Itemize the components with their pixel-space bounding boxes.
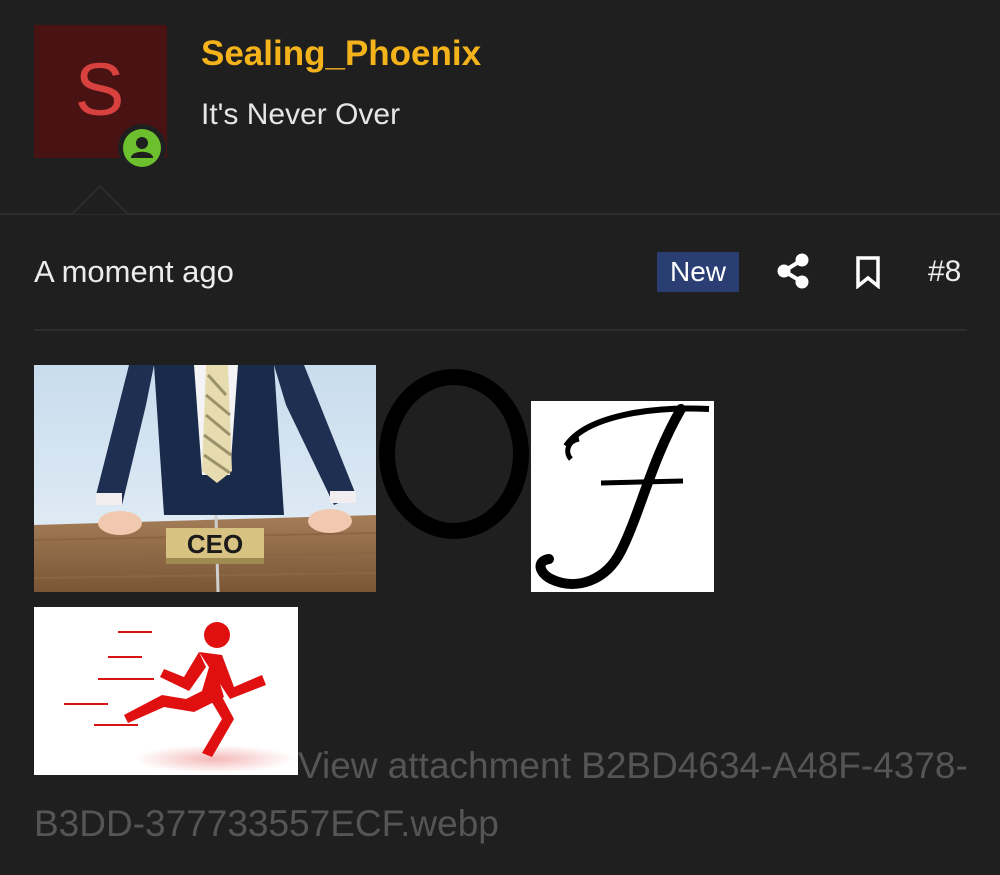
new-badge: New [657,252,739,292]
forum-post: S Sealing_Phoenix It's Never Over A mome… [0,0,1000,875]
post-number-link[interactable]: #8 [928,253,961,291]
share-icon[interactable] [776,253,810,289]
post-timestamp[interactable]: A moment ago [34,253,234,291]
user-title: It's Never Over [201,98,401,131]
header-notch-arrow [72,184,128,214]
header-divider [0,213,1000,215]
meta-divider [34,329,967,331]
big-letter-o: O [376,365,530,592]
online-status-icon [118,124,166,172]
ceo-image[interactable]: CEO [34,365,376,592]
attachment-link[interactable]: View attachment B2BD4634-A48F-4378-B3DD-… [34,737,974,853]
post-author-header: S Sealing_Phoenix It's Never Over [0,0,1000,213]
ceo-sign-text: CEO [187,529,243,559]
letter-f-image[interactable]: ƒ [531,401,714,592]
username-link[interactable]: Sealing_Phoenix [201,34,481,74]
avatar-letter: S [74,47,125,131]
bookmark-icon[interactable] [855,255,881,290]
